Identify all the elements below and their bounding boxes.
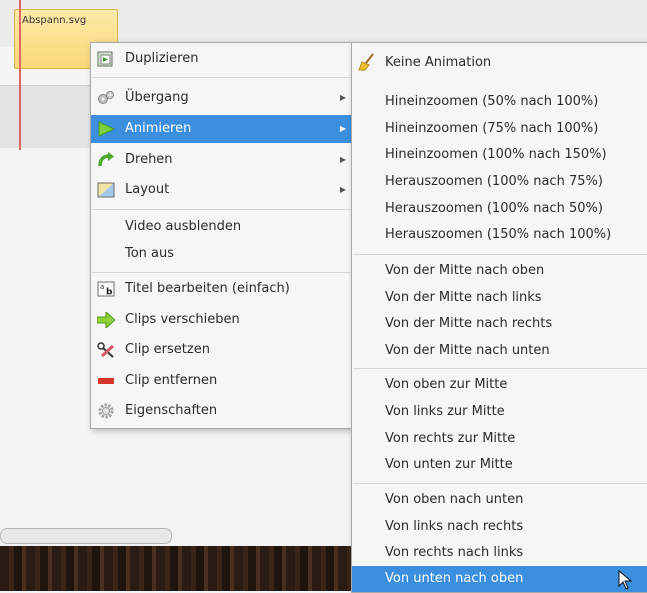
menu-item-zoom-out-150-100[interactable]: Herauszoomen (150% nach 100%) xyxy=(352,221,647,249)
svg-text:b: b xyxy=(106,288,113,298)
menu-item-top-to-center[interactable]: Von oben zur Mitte xyxy=(352,371,647,399)
menu-separator xyxy=(92,209,351,210)
playhead-line[interactable] xyxy=(19,0,21,150)
menu-item-label: Video ausblenden xyxy=(125,219,242,234)
menu-item-label: Übergang xyxy=(125,90,189,105)
menu-item-label: Eigenschaften xyxy=(125,403,218,418)
menu-item-label: Von der Mitte nach oben xyxy=(385,263,545,278)
menu-item-left-to-right[interactable]: Von links nach rechts xyxy=(352,513,647,541)
menu-item-replace-clip[interactable]: Clip ersetzen xyxy=(91,336,352,364)
menu-item-label: Keine Animation xyxy=(385,55,492,70)
text-edit-icon: a b xyxy=(97,281,115,297)
move-arrow-icon xyxy=(97,312,115,328)
transition-gears-icon xyxy=(98,91,114,104)
submenu-arrow-icon: ▶ xyxy=(339,124,346,133)
menu-item-label: Von oben nach unten xyxy=(385,492,524,507)
menu-item-label: Von rechts nach links xyxy=(385,545,524,560)
menu-item-label: Hineinzoomen (50% nach 100%) xyxy=(385,94,599,109)
menu-item-label: Von der Mitte nach unten xyxy=(385,343,550,358)
menu-item-label: Hineinzoomen (100% nach 150%) xyxy=(385,147,607,162)
menu-item-left-to-center[interactable]: Von links zur Mitte xyxy=(352,398,647,426)
menu-item-label: Layout xyxy=(125,182,170,197)
menu-item-layout[interactable]: Layout ▶ xyxy=(91,176,352,204)
clip-name: Abspann.svg xyxy=(22,15,87,26)
settings-gear-icon xyxy=(98,403,114,419)
menu-item-right-to-center[interactable]: Von rechts zur Mitte xyxy=(352,425,647,453)
remove-bar-icon xyxy=(98,378,114,384)
menu-item-bottom-to-center[interactable]: Von unten zur Mitte xyxy=(352,451,647,479)
duplicate-icon xyxy=(97,51,113,67)
layout-icon xyxy=(97,182,115,198)
play-arrow-icon xyxy=(98,121,115,137)
menu-item-center-to-right[interactable]: Von der Mitte nach rechts xyxy=(352,310,647,338)
menu-item-label: Von rechts zur Mitte xyxy=(385,431,516,446)
menu-item-label: Von der Mitte nach rechts xyxy=(385,316,553,331)
menu-item-duplicate[interactable]: Duplizieren xyxy=(91,45,352,73)
menu-item-zoom-in-100-150[interactable]: Hineinzoomen (100% nach 150%) xyxy=(352,141,647,169)
menu-item-label: Herauszoomen (100% nach 75%) xyxy=(385,174,603,189)
menu-item-label: Herauszoomen (150% nach 100%) xyxy=(385,227,612,242)
menu-item-hide-video[interactable]: Video ausblenden xyxy=(91,213,352,241)
menu-item-transition[interactable]: Übergang ▶ xyxy=(91,84,352,112)
menu-separator xyxy=(353,368,647,369)
menu-item-remove-clip[interactable]: Clip entfernen xyxy=(91,367,352,395)
menu-item-zoom-in-75-100[interactable]: Hineinzoomen (75% nach 100%) xyxy=(352,115,647,143)
broom-icon xyxy=(358,53,374,71)
menu-item-label: Herauszoomen (100% nach 50%) xyxy=(385,201,603,216)
submenu-arrow-icon: ▶ xyxy=(339,185,346,194)
menu-item-label: Clip entfernen xyxy=(125,373,218,388)
menu-item-zoom-out-100-50[interactable]: Herauszoomen (100% nach 50%) xyxy=(352,195,647,223)
scissors-icon xyxy=(97,342,115,358)
menu-item-label: Ton aus xyxy=(125,246,175,261)
menu-item-zoom-in-50-100[interactable]: Hineinzoomen (50% nach 100%) xyxy=(352,88,647,116)
menu-item-bottom-to-top[interactable]: Von unten nach oben xyxy=(352,566,647,592)
horizontal-scrollbar[interactable] xyxy=(0,528,172,544)
menu-item-center-to-left[interactable]: Von der Mitte nach links xyxy=(352,284,647,312)
menu-separator xyxy=(353,254,647,255)
menu-item-animate[interactable]: Animieren ▶ xyxy=(91,115,352,143)
menu-item-label: Animieren xyxy=(125,121,192,136)
menu-item-label: Hineinzoomen (75% nach 100%) xyxy=(385,121,599,136)
menu-item-center-to-top[interactable]: Von der Mitte nach oben xyxy=(352,257,647,285)
menu-item-top-to-bottom[interactable]: Von oben nach unten xyxy=(352,486,647,514)
menu-item-label: Von der Mitte nach links xyxy=(385,290,542,305)
menu-item-center-to-bottom[interactable]: Von der Mitte nach unten xyxy=(352,337,647,365)
menu-item-no-animation[interactable]: Keine Animation xyxy=(352,49,647,77)
menu-item-label: Von oben zur Mitte xyxy=(385,377,508,392)
menu-item-label: Von unten zur Mitte xyxy=(385,457,513,472)
menu-item-label: Duplizieren xyxy=(125,51,199,66)
menu-item-rotate[interactable]: Drehen ▶ xyxy=(91,146,352,174)
menu-item-label: Titel bearbeiten (einfach) xyxy=(125,281,290,296)
mouse-pointer-icon xyxy=(618,570,632,590)
animation-submenu: Keine Animation Hineinzoomen (50% nach 1… xyxy=(351,42,647,593)
menu-item-mute[interactable]: Ton aus xyxy=(91,240,352,268)
menu-item-label: Von unten nach oben xyxy=(385,571,524,586)
submenu-arrow-icon: ▶ xyxy=(339,93,346,102)
svg-text:a: a xyxy=(100,283,104,291)
menu-item-properties[interactable]: Eigenschaften xyxy=(91,397,352,425)
menu-item-right-to-left[interactable]: Von rechts nach links xyxy=(352,539,647,567)
menu-item-label: Von links zur Mitte xyxy=(385,404,505,419)
clip-context-menu: Duplizieren Übergang ▶ Animieren ▶ Drehe… xyxy=(90,42,353,429)
submenu-arrow-icon: ▶ xyxy=(339,155,346,164)
menu-item-label: Clip ersetzen xyxy=(125,342,210,357)
menu-separator xyxy=(92,272,351,273)
menu-item-label: Clips verschieben xyxy=(125,312,240,327)
menu-separator xyxy=(353,483,647,484)
menu-item-label: Von links nach rechts xyxy=(385,519,524,534)
menu-item-label: Drehen xyxy=(125,152,173,167)
menu-item-move-clips[interactable]: Clips verschieben xyxy=(91,306,352,334)
rotate-arrow-icon xyxy=(98,152,114,167)
menu-item-edit-title[interactable]: a b Titel bearbeiten (einfach) xyxy=(91,275,352,303)
menu-separator xyxy=(92,77,351,78)
menu-item-zoom-out-100-75[interactable]: Herauszoomen (100% nach 75%) xyxy=(352,168,647,196)
